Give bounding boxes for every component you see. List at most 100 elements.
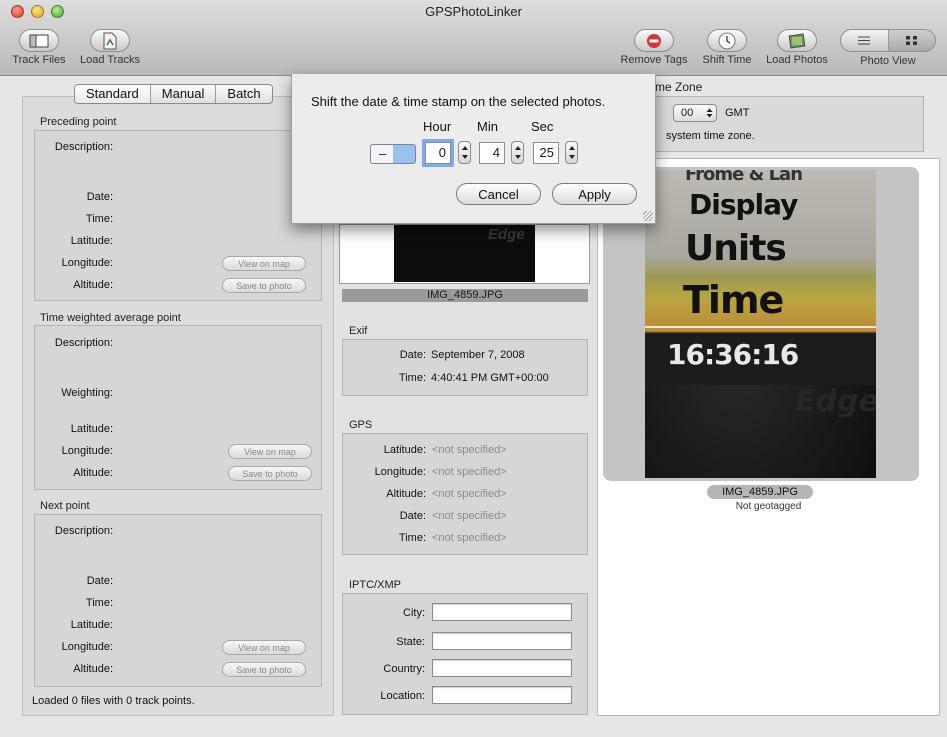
shift-time-tool[interactable]: Shift Time: [698, 29, 756, 66]
load-tracks-button[interactable]: [90, 29, 130, 52]
next-save-to-photo-button[interactable]: Save to photo: [222, 662, 306, 677]
next-description-label: Description:: [54, 525, 113, 537]
window-title: GPSPhotoLinker: [425, 4, 522, 19]
preceding-point-title: Preceding point: [40, 116, 117, 128]
sec-stepper[interactable]: [565, 141, 578, 164]
mode-tabs[interactable]: Standard Manual Batch: [74, 84, 273, 104]
weighted-point-title: Time weighted average point: [40, 312, 181, 324]
gps-latitude-value: <not specified>: [432, 444, 507, 456]
screen-line-time: Time: [683, 278, 784, 322]
grid-view-segment[interactable]: [887, 30, 935, 51]
grid-view-icon: [906, 36, 918, 45]
load-tracks-tool[interactable]: Load Tracks: [76, 29, 144, 66]
gps-longitude-value: <not specified>: [432, 466, 507, 478]
weighted-longitude-label: Longitude:: [61, 445, 113, 457]
next-time-label: Time:: [85, 597, 113, 609]
next-view-on-map-button[interactable]: View on map: [222, 640, 306, 655]
timezone-title: me Zone: [655, 80, 703, 94]
thumbnail-edge-text: Edge: [488, 226, 525, 243]
state-input[interactable]: [432, 632, 572, 650]
sec-input[interactable]: 25: [533, 142, 559, 164]
hour-input[interactable]: 0: [425, 142, 451, 164]
weighted-view-on-map-button[interactable]: View on map: [228, 444, 312, 459]
load-tracks-label: Load Tracks: [80, 54, 140, 66]
next-altitude-label: Altitude:: [73, 663, 113, 675]
location-input[interactable]: [432, 686, 572, 704]
preceding-description-label: Description:: [54, 141, 113, 153]
gps-date-value: <not specified>: [432, 510, 507, 522]
main-window: GPSPhotoLinker Track Files Load Tracks R…: [0, 0, 947, 737]
view-mode-segmented-control[interactable]: [840, 29, 936, 52]
preceding-save-to-photo-button[interactable]: Save to photo: [222, 278, 306, 293]
resize-grip[interactable]: [643, 211, 653, 221]
iptc-title: IPTC/XMP: [349, 579, 401, 591]
next-point-title: Next point: [40, 500, 90, 512]
thumbnail-frame[interactable]: Edge: [339, 224, 590, 284]
gps-device-screen: Frome & Lan Display Units Time 16:36:16: [645, 170, 876, 385]
load-photos-tool[interactable]: Load Photos: [763, 29, 831, 66]
load-photos-button[interactable]: [777, 29, 817, 52]
preceding-view-on-map-button[interactable]: View on map: [222, 256, 306, 271]
exif-date-label: Date:: [399, 349, 426, 361]
sign-toggle[interactable]: –: [370, 144, 416, 164]
weighted-save-to-photo-button[interactable]: Save to photo: [228, 466, 312, 481]
iptc-country-label: Country:: [383, 663, 425, 675]
track-files-tool[interactable]: Track Files: [8, 29, 70, 66]
photo-filename-badge: IMG_4859.JPG: [707, 485, 813, 499]
exif-time-label: Time:: [398, 372, 426, 384]
screen-line-units: Units: [685, 228, 787, 269]
screen-line-display: Display: [689, 188, 798, 221]
iptc-city-label: City:: [403, 607, 425, 619]
hour-stepper[interactable]: [458, 141, 471, 164]
exif-title: Exif: [349, 325, 368, 337]
sec-label: Sec: [531, 119, 554, 134]
preceding-altitude-label: Altitude:: [73, 279, 113, 291]
city-input[interactable]: [432, 603, 572, 621]
timezone-minutes-popup[interactable]: 00: [673, 104, 717, 122]
large-photo[interactable]: Frome & Lan Display Units Time 16:36:16 …: [645, 170, 876, 478]
tab-standard[interactable]: Standard: [75, 85, 150, 103]
gpx-file-icon: [103, 32, 117, 49]
min-stepper[interactable]: [511, 141, 524, 164]
track-files-button[interactable]: [19, 29, 59, 52]
weighted-description-label: Description:: [54, 337, 113, 349]
exif-time-value: 4:40:41 PM GMT+00:00: [431, 372, 549, 384]
min-input[interactable]: 4: [479, 142, 505, 164]
gps-time-label: Time:: [398, 532, 426, 544]
no-entry-icon: [647, 33, 661, 48]
screen-top-text: Frome & Lan: [685, 170, 803, 185]
shift-sheet-message: Shift the date & time stamp on the selec…: [311, 94, 606, 109]
gps-longitude-label: Longitude:: [374, 466, 426, 478]
cancel-button[interactable]: Cancel: [456, 183, 541, 205]
tab-manual[interactable]: Manual: [149, 85, 216, 103]
gps-latitude-label: Latitude:: [383, 444, 426, 456]
system-timezone-text: system time zone.: [666, 130, 755, 142]
photos-icon: [788, 33, 806, 48]
apply-button[interactable]: Apply: [552, 183, 637, 205]
gps-altitude-value: <not specified>: [432, 488, 507, 500]
sidebar-icon: [29, 34, 49, 47]
tab-batch[interactable]: Batch: [215, 85, 271, 103]
list-view-segment[interactable]: [841, 30, 888, 51]
shift-time-label: Shift Time: [702, 54, 752, 66]
preceding-longitude-label: Longitude:: [61, 257, 113, 269]
shift-time-button[interactable]: [707, 29, 747, 52]
timezone-gmt-label: GMT: [725, 107, 750, 119]
country-input[interactable]: [432, 659, 572, 677]
iptc-state-label: State:: [396, 636, 425, 648]
load-photos-label: Load Photos: [766, 54, 828, 66]
thumbnail-image[interactable]: Edge: [394, 225, 535, 282]
popup-arrows-icon: [706, 108, 713, 118]
remove-tags-label: Remove Tags: [620, 54, 688, 66]
gps-altitude-label: Altitude:: [386, 488, 426, 500]
thumbnail-filename: IMG_4859.JPG: [342, 289, 588, 302]
weighted-weighting-label: Weighting:: [61, 387, 113, 399]
remove-tags-button[interactable]: [634, 29, 674, 52]
remove-tags-tool[interactable]: Remove Tags: [618, 29, 690, 66]
exif-date-value: September 7, 2008: [431, 349, 525, 361]
preceding-time-label: Time:: [85, 213, 113, 225]
photo-view-label: Photo View: [860, 55, 916, 67]
gps-date-label: Date:: [399, 510, 426, 522]
shift-time-sheet: Shift the date & time stamp on the selec…: [291, 74, 656, 224]
preceding-date-label: Date:: [86, 191, 113, 203]
